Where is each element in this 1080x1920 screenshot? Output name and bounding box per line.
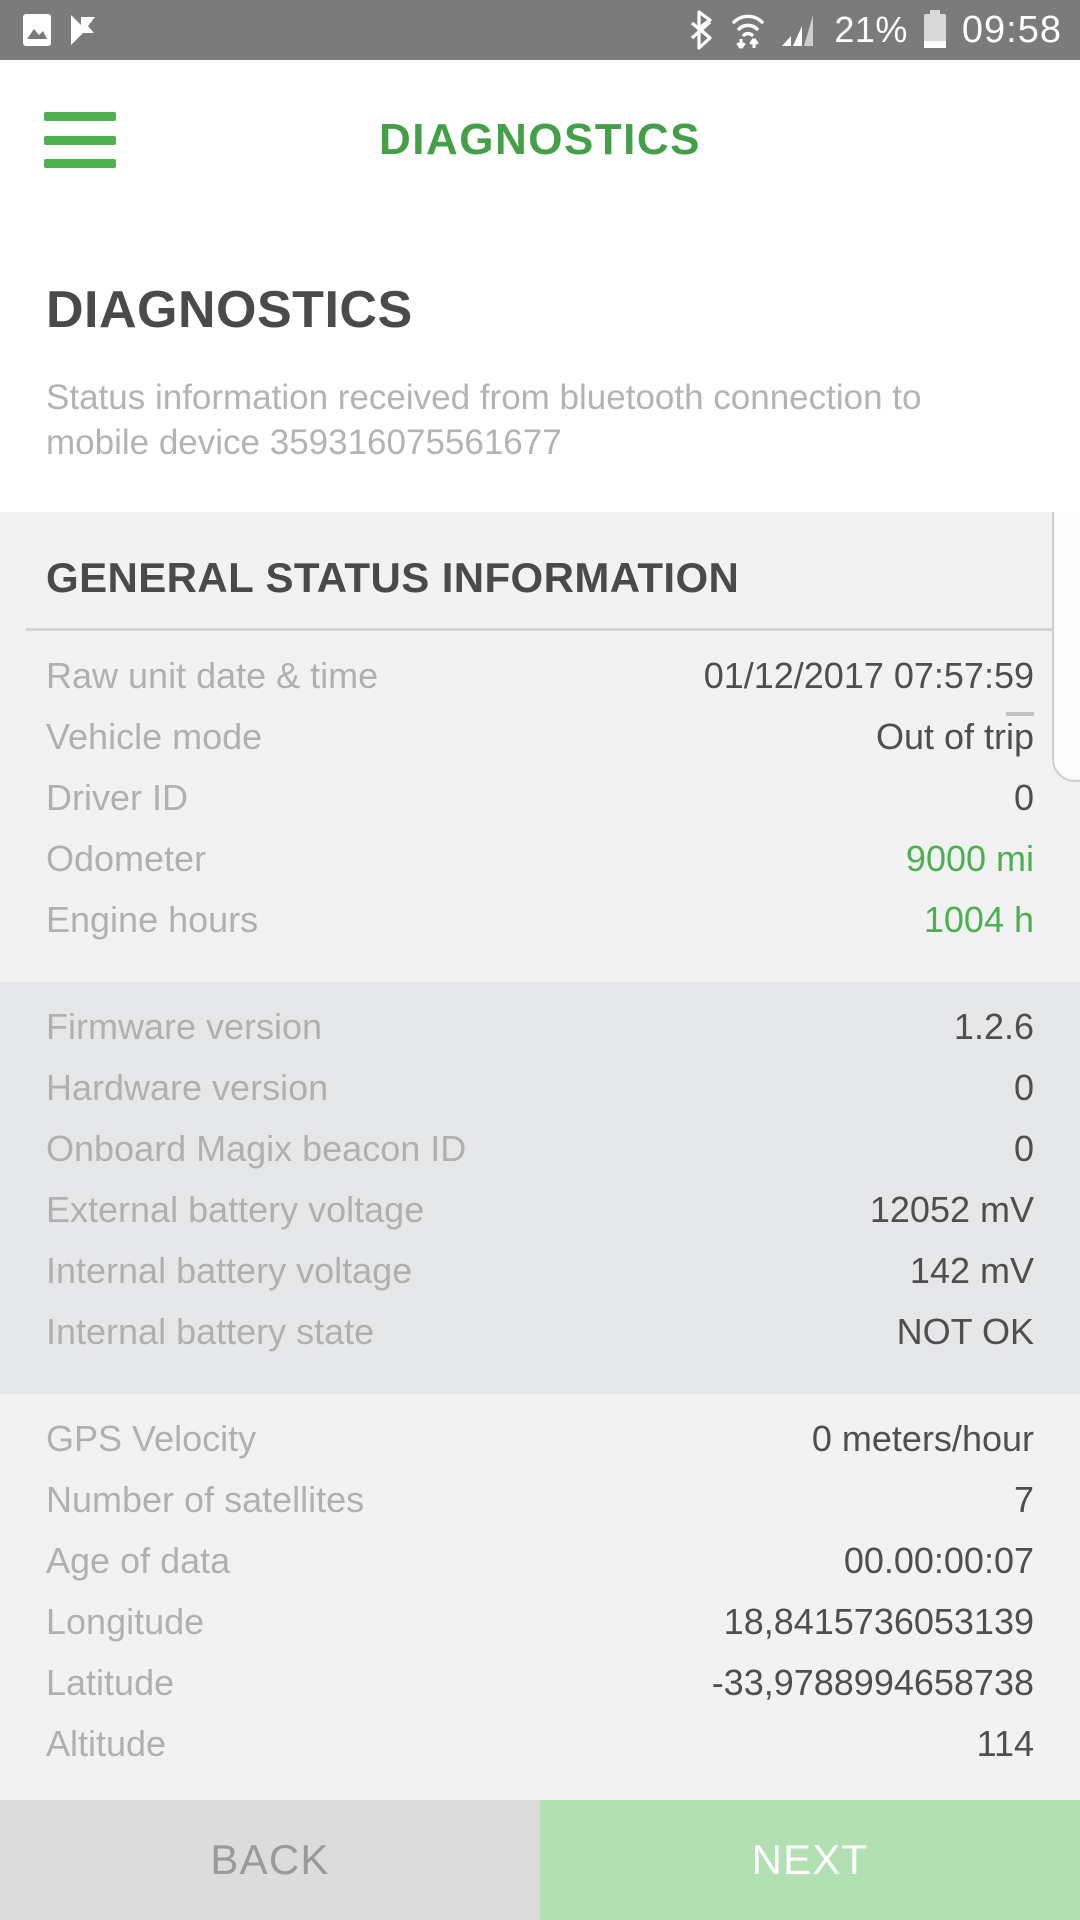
status-row-value: 12052 mV [869,1188,1034,1230]
status-row: Raw unit date & time 01/12/2017 07:57:59 [46,655,1034,716]
status-bar-left-icons [22,13,98,47]
status-row-value: 9000 mi [905,837,1034,879]
status-row-value: 142 mV [909,1249,1034,1291]
status-row-label: Firmware version [46,1005,323,1047]
status-row-value: 114 [976,1722,1034,1764]
status-row-value: 0 [1013,1066,1034,1108]
status-row-label: Raw unit date & time [46,654,379,696]
status-row-label: Engine hours [46,898,259,940]
status-row-label: Latitude [46,1661,175,1703]
back-button[interactable]: BACK [0,1800,540,1920]
status-row-label: Driver ID [46,776,188,818]
page-subtitle: Status information received from bluetoo… [46,378,922,462]
status-row-label: Vehicle mode [46,715,263,757]
status-row-label: Number of satellites [46,1478,365,1520]
status-row: Odometer 9000 mi [46,838,1034,899]
status-row-label: Internal battery voltage [46,1249,413,1291]
status-row-label: Hardware version [46,1066,329,1108]
android-status-bar: 21% 09:58 [0,0,1080,60]
flag-check-icon [68,13,98,47]
status-row: Driver ID 0 [46,777,1034,838]
page-header: DIAGNOSTICS Status information received … [0,220,1080,512]
status-row: Firmware version 1.2.6 [46,1006,1034,1067]
status-row: Internal battery state NOT OK [46,1311,1034,1372]
app-bar-title: DIAGNOSTICS [378,115,702,164]
status-row-value: Out of trip [875,715,1034,757]
status-row-value: 0 [1013,1127,1034,1169]
image-icon [22,13,52,47]
status-group: GPS Velocity 0 meters/hour Number of satel… [0,1393,1080,1800]
status-row-label: External battery voltage [46,1188,425,1230]
general-status-section: GENERAL STATUS INFORMATION Raw unit date… [0,512,1080,1800]
wifi-icon [730,10,766,50]
next-button[interactable]: NEXT [540,1800,1080,1920]
status-row: Age of data 00.00:00:07 [46,1540,1034,1601]
status-row: Internal battery voltage 142 mV [46,1250,1034,1311]
status-row: Onboard Magix beacon ID 0 [46,1128,1034,1189]
status-row-value: 7 [1013,1478,1034,1520]
status-row: External battery voltage 12052 mV [46,1189,1034,1250]
status-bar-clock: 09:58 [961,9,1062,51]
app-root: 21% 09:58 DIAGNOSTICS DIAGNOSTICS Status… [0,0,1080,1920]
status-group: Firmware version 1.2.6 Hardware version 0 On… [0,981,1080,1394]
status-row-value: 01/12/2017 07:57:59 [703,654,1034,696]
status-row-value: 18,8415736053139 [723,1600,1034,1642]
status-row: Engine hours 1004 h [46,899,1034,960]
battery-icon [922,10,948,50]
bottom-action-bar: BACK NEXT [0,1800,1080,1920]
status-row-label: Altitude [46,1722,167,1764]
status-row: Number of satellites 7 [46,1479,1034,1540]
status-row-value: -33,9788994658738 [711,1661,1034,1703]
status-row: Altitude 114 [46,1723,1034,1784]
status-row: Longitude 18,8415736053139 [46,1601,1034,1662]
status-row: Vehicle mode Out of trip [46,716,1034,777]
status-row-value: 0 meters/hour [811,1417,1034,1459]
status-row: Latitude -33,9788994658738 [46,1662,1034,1723]
cellular-signal-icon [780,12,820,48]
status-row-value: 0 [1013,776,1034,818]
status-groups: Raw unit date & time 01/12/2017 07:57:59 V… [0,630,1080,1800]
status-row-value: NOT OK [896,1310,1034,1352]
section-title: GENERAL STATUS INFORMATION [46,553,740,601]
app-bar: DIAGNOSTICS [0,60,1080,220]
status-row-value: 1.2.6 [953,1005,1034,1047]
status-group: Raw unit date & time 01/12/2017 07:57:59 V… [0,630,1080,982]
scroll-thumb-tick [1006,711,1034,716]
status-row: GPS Velocity 0 meters/hour [46,1418,1034,1479]
status-row-label: Odometer [46,837,207,879]
status-bar-right-icons: 21% 09:58 [690,10,1062,50]
status-row-label: Longitude [46,1600,205,1642]
bluetooth-icon [690,10,716,50]
status-row: Hardware version 0 [46,1067,1034,1128]
status-row-label: GPS Velocity [46,1417,257,1459]
battery-percent-label: 21% [834,9,908,50]
status-row-value: 1004 h [923,898,1034,940]
status-row-label: Age of data [46,1539,231,1581]
status-row-label: Internal battery state [46,1310,375,1352]
status-row-value: 00.00:00:07 [843,1539,1034,1581]
diagnostics-scroll-area[interactable]: GENERAL STATUS INFORMATION Raw unit date… [0,511,1080,1800]
status-row-label: Onboard Magix beacon ID [46,1127,467,1169]
page-title: DIAGNOSTICS [46,281,413,339]
